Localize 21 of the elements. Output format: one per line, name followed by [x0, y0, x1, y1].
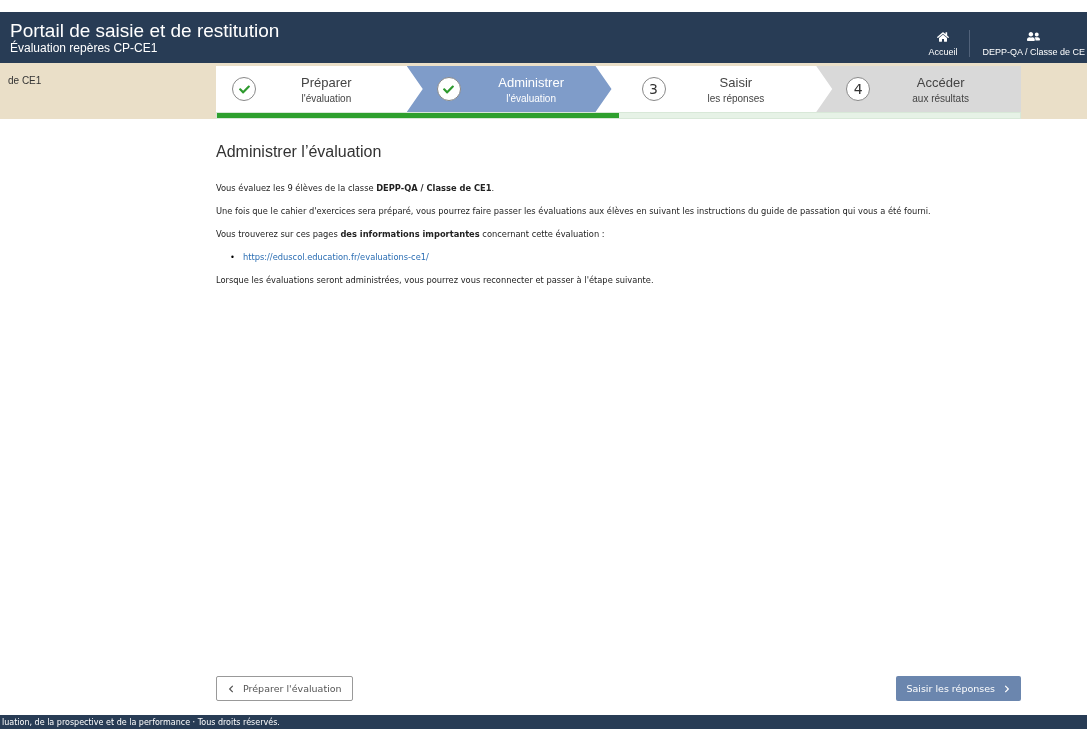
paragraph: Une fois que le cahier d'exercices sera préparé, vous pourrez faire passer les évaluations aux élèves en suivant les instructions du guide de passation qui vous a été fourni.	[216, 206, 932, 216]
next-button[interactable]: Saisir les réponses	[896, 676, 1021, 701]
chevron-left-icon	[227, 684, 235, 693]
paragraph: Vous trouverez sur ces pages des informations importantes concernant cette évaluation :	[216, 229, 606, 239]
paragraph: Vous évaluez les 9 élèves de la classe DEPP-QA / Classe de CE1.	[216, 183, 496, 193]
portal-title: Portail de saisie et de restitution	[10, 20, 280, 41]
portal-subtitle: Évaluation repères CP-CE1	[10, 41, 159, 55]
paragraph: Lorsque les évaluations seront administrées, vous pourrez vous reconnecter et passer à l'étape suivante.	[216, 275, 655, 285]
nav-link[interactable]: DEPP-QA / Classe de CE	[969, 30, 1087, 57]
bullet-mark: •	[230, 252, 235, 262]
check-icon	[443, 83, 455, 95]
breadcrumb-text: de CE1	[7, 74, 43, 88]
resource-link[interactable]: https://eduscol.education.fr/evaluations-ce1/	[242, 252, 429, 262]
previous-button[interactable]: Préparer l'évaluation	[216, 676, 353, 701]
users-icon	[1027, 30, 1041, 43]
page-heading: Administrer l’évaluation	[216, 143, 383, 161]
chevron-right-icon	[1003, 684, 1011, 693]
nav-link[interactable]: Accueil	[916, 31, 970, 57]
copyright-text: luation, de la prospective et de la performance · Tous droits réservés.	[1, 717, 280, 727]
check-icon	[238, 83, 250, 95]
home-icon	[936, 31, 949, 43]
